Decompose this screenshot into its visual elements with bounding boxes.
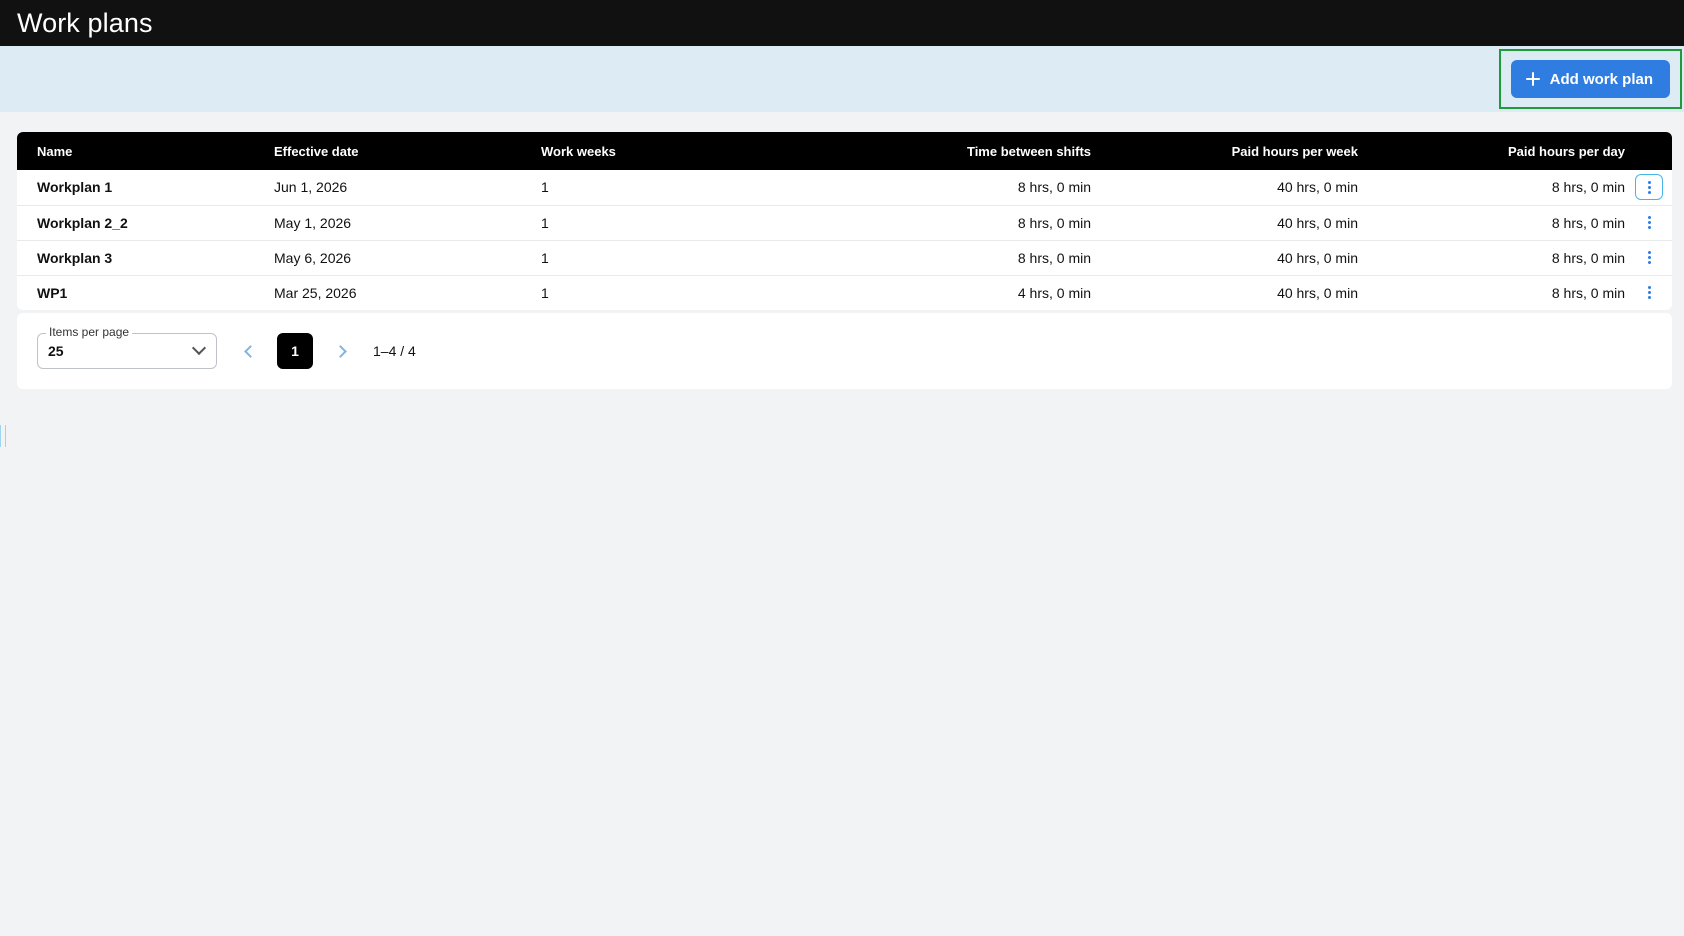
row-effective-date: Jun 1, 2026: [274, 170, 541, 206]
items-per-page-value: 25: [48, 343, 64, 359]
items-per-page-label: Items per page: [46, 325, 133, 339]
action-bar: Add work plan: [0, 46, 1684, 112]
add-work-plan-label: Add work plan: [1549, 70, 1653, 88]
row-name[interactable]: WP1: [17, 275, 274, 310]
column-header-paid-hours-week[interactable]: Paid hours per week: [1091, 132, 1358, 170]
row-name[interactable]: Workplan 3: [17, 240, 274, 276]
next-page-button[interactable]: [331, 340, 353, 362]
add-work-plan-button[interactable]: Add work plan: [1510, 60, 1670, 98]
more-vert-icon[interactable]: [1635, 174, 1663, 201]
chevron-left-icon: [243, 344, 257, 358]
main-content: Name Effective date Work weeks Time betw…: [0, 112, 1684, 389]
column-header-time-between-shifts[interactable]: Time between shifts: [841, 132, 1091, 170]
chevron-down-icon: [191, 340, 207, 356]
row-paid-hours-day: 8 hrs, 0 min: [1358, 240, 1625, 276]
column-header-actions: [1625, 132, 1672, 170]
row-effective-date: May 6, 2026: [274, 240, 541, 276]
row-paid-hours-week: 40 hrs, 0 min: [1277, 284, 1358, 301]
app-header: Work plans: [0, 0, 1684, 46]
row-time-between-shifts: 8 hrs, 0 min: [841, 240, 1091, 276]
column-header-effective-date[interactable]: Effective date: [274, 132, 541, 170]
row-work-weeks: 1: [541, 205, 841, 241]
row-paid-hours-week: 40 hrs, 0 min: [1091, 240, 1358, 276]
plus-icon: [1525, 71, 1541, 87]
previous-page-button[interactable]: [237, 340, 259, 362]
items-per-page-select[interactable]: Items per page 25: [37, 325, 217, 369]
row-paid-hours-week: 40 hrs, 0 min: [1091, 205, 1358, 241]
row-actions-cell: [1625, 240, 1672, 276]
more-vert-icon[interactable]: [1635, 280, 1663, 306]
column-header-name[interactable]: Name: [17, 132, 274, 170]
add-button-focus-ring: Add work plan: [1498, 49, 1682, 109]
side-panel-handle[interactable]: [0, 425, 6, 447]
work-plans-table: Name Effective date Work weeks Time betw…: [17, 132, 1672, 310]
page-number-button[interactable]: 1: [277, 333, 313, 369]
row-paid-hours-week: 40 hrs, 0 min: [1091, 170, 1358, 206]
more-vert-icon[interactable]: [1635, 210, 1663, 236]
more-vert-icon[interactable]: [1635, 245, 1663, 271]
row-work-weeks: 1: [541, 284, 549, 301]
table-row[interactable]: WP1 Mar 25, 2026 1 4 hrs, 0 min 40 hrs, …: [17, 275, 1672, 310]
chevron-right-icon: [333, 344, 347, 358]
row-time-between-shifts: 4 hrs, 0 min: [1017, 284, 1091, 301]
pagination-bar: Items per page 25 1 1–4 / 4: [17, 313, 1672, 389]
column-header-work-weeks[interactable]: Work weeks: [541, 132, 841, 170]
page-title: Work plans: [17, 7, 153, 38]
table-row[interactable]: Workplan 2_2 May 1, 2026 1 8 hrs, 0 min …: [17, 205, 1672, 241]
row-name[interactable]: Workplan 2_2: [17, 205, 274, 241]
row-work-weeks: 1: [541, 240, 841, 276]
row-work-weeks: 1: [541, 170, 841, 206]
row-effective-date: May 1, 2026: [274, 205, 541, 241]
table-row[interactable]: Workplan 1 Jun 1, 2026 1 8 hrs, 0 min 40…: [17, 170, 1672, 206]
row-actions-cell: [1625, 275, 1672, 310]
work-plans-table-card: Name Effective date Work weeks Time betw…: [17, 132, 1672, 310]
page-range-text: 1–4 / 4: [373, 343, 416, 359]
row-time-between-shifts: 8 hrs, 0 min: [841, 205, 1091, 241]
table-header-row: Name Effective date Work weeks Time betw…: [17, 132, 1672, 170]
row-paid-hours-day: 8 hrs, 0 min: [1551, 284, 1625, 301]
column-header-paid-hours-day[interactable]: Paid hours per day: [1358, 132, 1625, 170]
table-row[interactable]: Workplan 3 May 6, 2026 1 8 hrs, 0 min 40…: [17, 240, 1672, 276]
row-paid-hours-day: 8 hrs, 0 min: [1358, 205, 1625, 241]
row-actions-cell: [1625, 205, 1672, 241]
row-effective-date: Mar 25, 2026: [274, 284, 357, 301]
row-name[interactable]: Workplan 1: [17, 170, 274, 206]
row-paid-hours-day: 8 hrs, 0 min: [1358, 170, 1625, 206]
row-actions-cell: [1625, 170, 1672, 206]
row-time-between-shifts: 8 hrs, 0 min: [841, 170, 1091, 206]
